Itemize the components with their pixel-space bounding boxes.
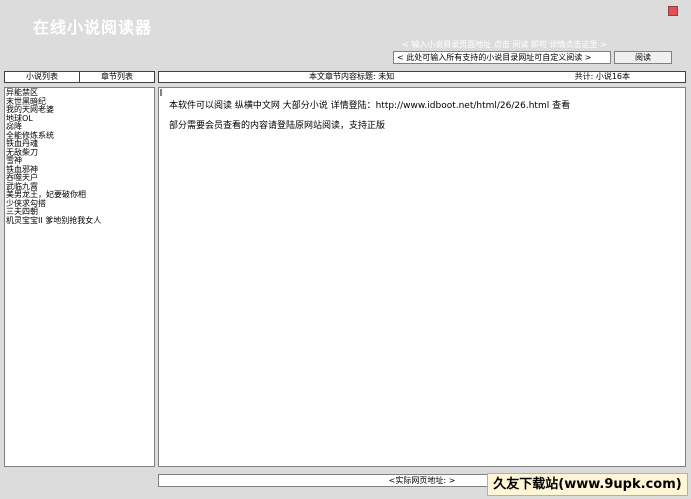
content-text-line: 本软件可以阅读 纵横中文网 大部分小说 详情登陆：http://www.idbo… (169, 101, 571, 111)
content-text-line: 部分需要会员查看的内容请登陆原网站阅读，支持正版 (169, 121, 386, 131)
scroll-handle[interactable] (160, 89, 162, 96)
tab-novel-list[interactable]: 小说列表 (4, 71, 80, 83)
total-count-label: 共计: 小说16本 (574, 72, 630, 81)
url-hint-link[interactable]: < 输入小说目录页面地址 点击 阅读 即可 详情点击这里 > (402, 39, 607, 50)
content-pane[interactable]: 本软件可以阅读 纵横中文网 大部分小说 详情登陆：http://www.idbo… (158, 87, 686, 467)
list-item[interactable]: 机灵宝宝II 爹地别抢我女人 (6, 216, 153, 226)
tab-chapter-list[interactable]: 章节列表 (79, 71, 155, 83)
list-item[interactable]: 无敌柴刀 (6, 148, 153, 158)
url-input[interactable] (393, 51, 611, 64)
content-header: 本文章节内容标题: 未知 共计: 小说16本 (158, 71, 686, 83)
chapter-title-label: 本文章节内容标题: 未知 (309, 72, 395, 81)
close-icon[interactable] (668, 6, 678, 16)
list-item[interactable]: 地球OL (6, 114, 153, 124)
watermark-banner: 久友下载站(www.9upk.com) (487, 473, 688, 496)
read-button[interactable]: 阅读 (614, 51, 672, 64)
novel-list[interactable]: 异能禁区 末世黑暗纪 我的天网老婆 地球OL 惢降 全能修炼系统 铁血丹魂 无敌… (4, 87, 155, 467)
app-title: 在线小说阅读器 (33, 18, 153, 37)
